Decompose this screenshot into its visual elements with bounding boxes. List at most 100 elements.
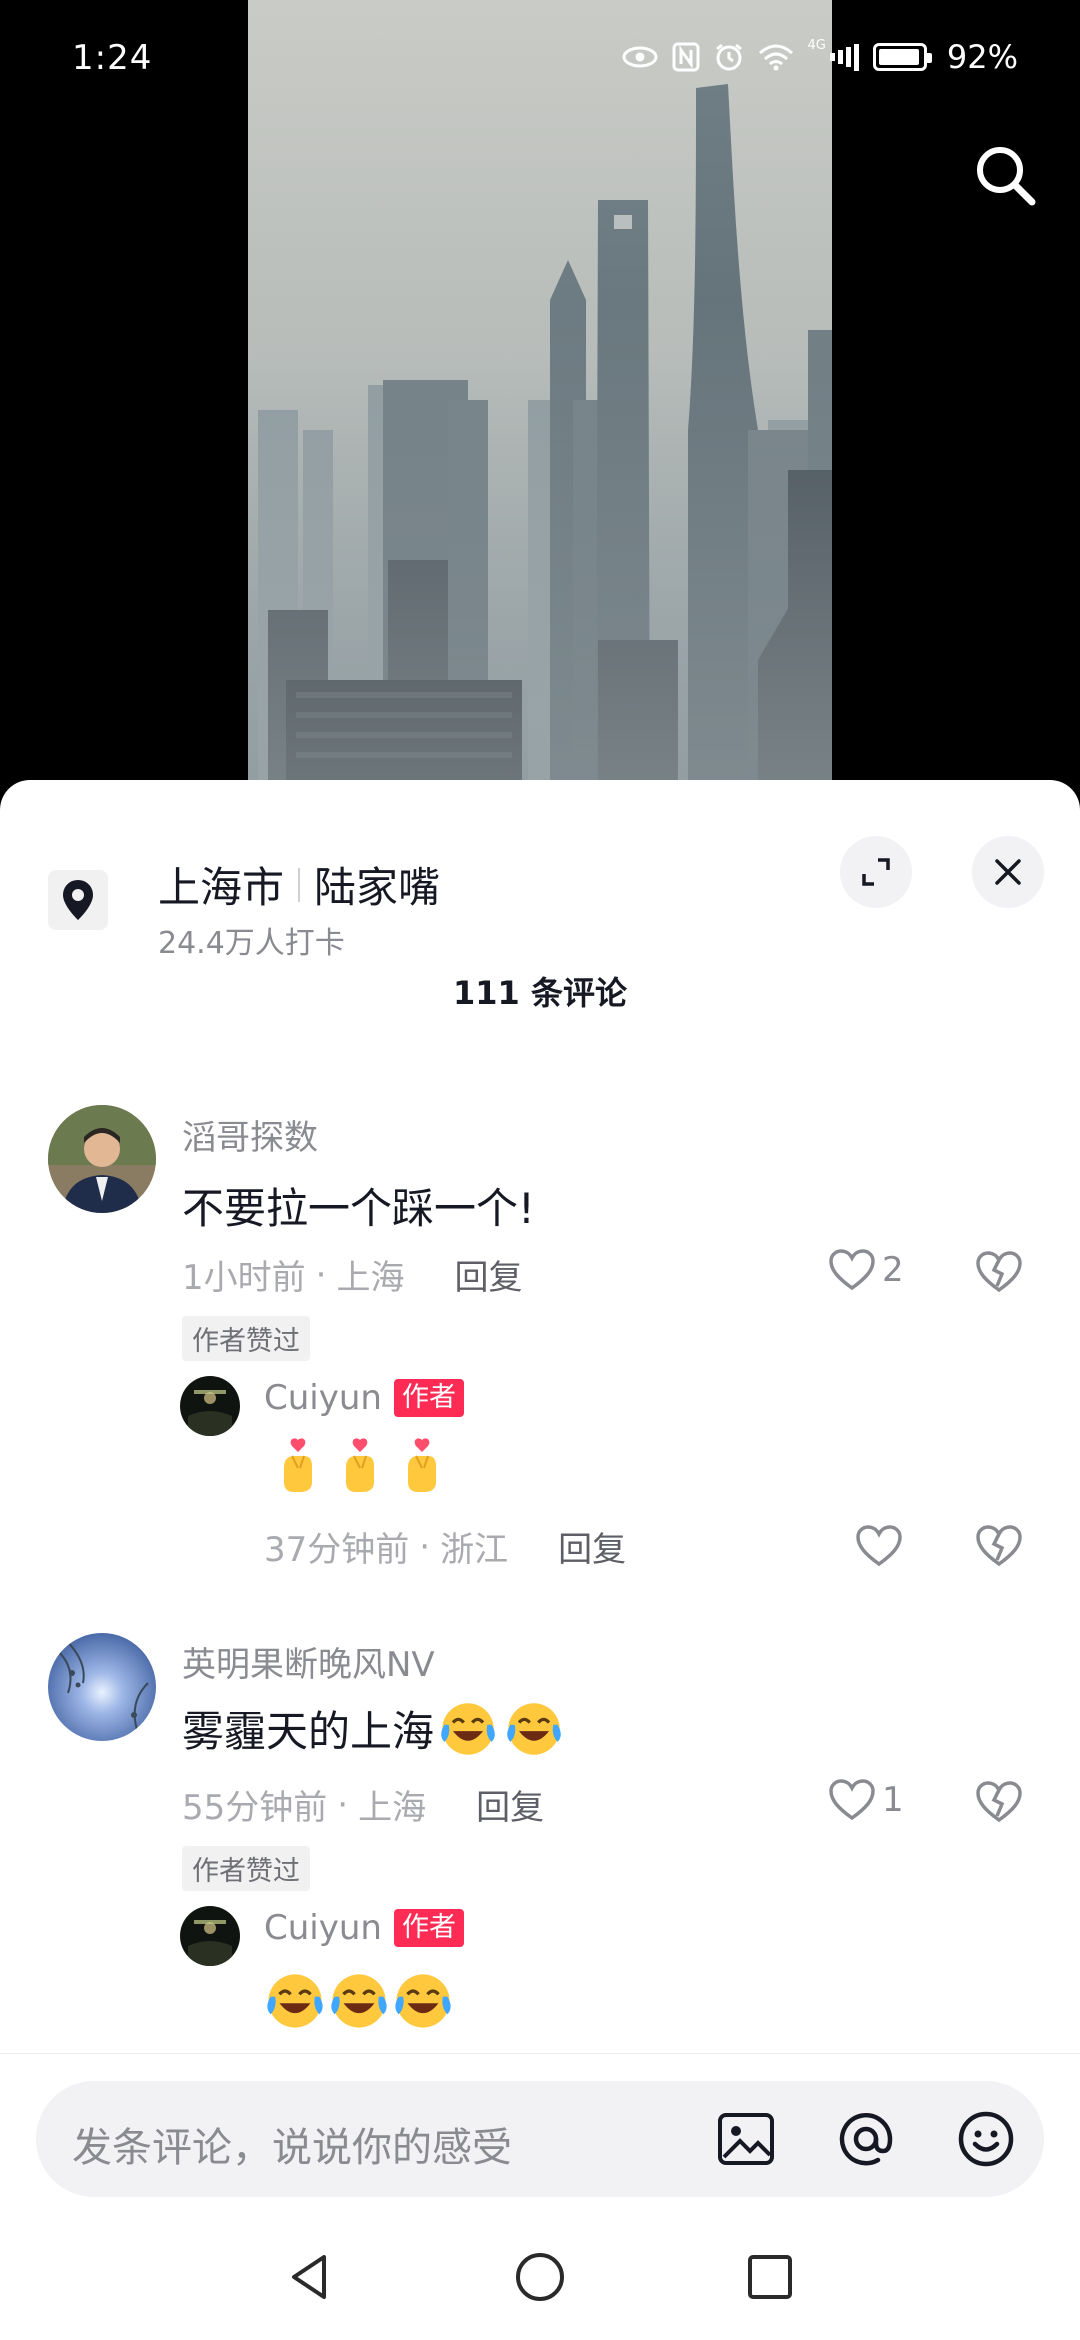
eye-icon <box>622 45 658 69</box>
battery-icon <box>872 43 932 71</box>
reply-button[interactable]: 回复 <box>558 1522 626 1571</box>
expand-button[interactable] <box>840 836 912 908</box>
comment-time: 55分钟前 <box>182 1788 328 1828</box>
comment-username[interactable]: 滔哥探数 <box>182 1110 318 1159</box>
laughing-crying-icon <box>267 1974 323 2028</box>
like-button[interactable] <box>855 1524 903 1568</box>
author-badge: 作者 <box>393 1909 464 1947</box>
close-button[interactable] <box>972 836 1044 908</box>
dislike-button[interactable] <box>975 1780 1023 1828</box>
location-place: 陆家嘴 <box>314 863 441 912</box>
broken-heart-icon <box>976 1525 1022 1567</box>
laughing-crying-icon <box>395 1974 451 2028</box>
home-circle-icon <box>516 2253 564 2301</box>
video-frame-skyline[interactable] <box>248 0 832 800</box>
nfc-icon <box>672 42 700 72</box>
avatar[interactable] <box>48 1105 156 1213</box>
reply-username[interactable]: Cuiyun <box>264 1378 382 1418</box>
comment-input-bar: 发条评论，说说你的感受 <box>0 2053 1080 2223</box>
back-triangle-icon <box>292 2255 326 2299</box>
reply-user-row: Cuiyun 作者 <box>264 1908 464 1948</box>
like-button[interactable]: 2 <box>828 1248 904 1292</box>
search-button[interactable] <box>970 140 1042 212</box>
emoji-button[interactable] <box>956 2109 1016 2169</box>
heart-icon <box>856 1525 902 1567</box>
comment-username[interactable]: 英明果断晚风NV <box>182 1637 435 1686</box>
network-type: 4G <box>807 38 826 53</box>
like-count: 1 <box>882 1780 904 1820</box>
skyline-image <box>248 0 832 800</box>
nav-back-button[interactable] <box>280 2247 340 2307</box>
reply-emojis <box>270 1438 456 1494</box>
comment-meta: 1小时前 · 上海 回复 <box>182 1250 522 1299</box>
comment-time: 1小时前 <box>182 1258 306 1298</box>
status-bar: 1:24 4G 92% <box>0 0 1080 120</box>
laughing-crying-icon <box>331 1974 387 2028</box>
system-nav-bar <box>0 2223 1080 2340</box>
nav-recents-button[interactable] <box>740 2247 800 2307</box>
comment-text: 不要拉一个踩一个! <box>182 1184 535 1233</box>
alarm-icon <box>714 42 744 72</box>
reply-user-row: Cuiyun 作者 <box>264 1378 464 1418</box>
location-pin-icon <box>48 870 108 930</box>
expand-icon <box>862 858 890 886</box>
smiley-icon <box>958 2111 1014 2167</box>
reply-username[interactable]: Cuiyun <box>264 1908 382 1948</box>
location-city: 上海市 <box>158 863 285 912</box>
comment-meta: 55分钟前 · 上海 回复 <box>182 1780 544 1829</box>
reply-avatar[interactable] <box>180 1376 240 1436</box>
image-icon <box>718 2113 774 2165</box>
recents-square-icon <box>748 2255 792 2299</box>
dislike-button[interactable] <box>975 1250 1023 1298</box>
reply-button[interactable]: 回复 <box>476 1780 544 1829</box>
signal-icon <box>829 43 859 71</box>
location-divider <box>298 867 301 902</box>
reply-meta: 37分钟前 · 浙江 回复 <box>264 1522 626 1571</box>
meta-dot: · <box>337 1784 349 1825</box>
meta-dot: · <box>419 1526 431 1567</box>
reply-time: 37分钟前 <box>264 1530 410 1570</box>
image-button[interactable] <box>716 2109 776 2169</box>
finger-heart-icon <box>284 1438 312 1492</box>
reply-emojis <box>264 1970 460 2032</box>
broken-heart-icon <box>976 1781 1022 1823</box>
status-icons: 4G 92% <box>622 38 1018 76</box>
wifi-icon <box>758 43 794 71</box>
comment-input[interactable]: 发条评论，说说你的感受 <box>36 2081 1044 2197</box>
at-mention-icon <box>839 2112 893 2166</box>
location-checkins: 24.4万人打卡 <box>158 926 345 961</box>
heart-icon <box>829 1249 875 1291</box>
search-icon <box>977 147 1036 206</box>
author-liked-tag: 作者赞过 <box>182 1316 310 1361</box>
finger-heart-icon <box>408 1438 436 1492</box>
location-title[interactable]: 上海市 陆家嘴 <box>158 854 440 915</box>
dislike-button[interactable] <box>975 1524 1023 1572</box>
comment-count: 111 条评论 <box>453 974 627 1012</box>
finger-heart-icon <box>346 1438 374 1492</box>
video-player[interactable] <box>0 0 1080 800</box>
like-button[interactable]: 1 <box>828 1778 904 1822</box>
nav-home-button[interactable] <box>510 2247 570 2307</box>
reply-avatar[interactable] <box>180 1906 240 1966</box>
broken-heart-icon <box>976 1251 1022 1293</box>
comment-region: 上海 <box>358 1788 427 1828</box>
like-count: 2 <box>882 1250 904 1290</box>
reply-region: 浙江 <box>440 1530 509 1570</box>
comment-region: 上海 <box>336 1258 405 1298</box>
comment-text-row: 雾霾天的上海 <box>182 1698 570 1759</box>
heart-icon <box>829 1779 875 1821</box>
mention-button[interactable] <box>836 2109 896 2169</box>
battery-percent: 92% <box>946 38 1018 76</box>
author-liked-tag: 作者赞过 <box>182 1846 310 1891</box>
reply-button[interactable]: 回复 <box>454 1250 522 1299</box>
meta-dot: · <box>315 1254 327 1295</box>
laughing-crying-icon <box>507 1702 561 1755</box>
status-time: 1:24 <box>72 38 153 78</box>
comment-input-placeholder: 发条评论，说说你的感受 <box>72 2125 512 2171</box>
avatar[interactable] <box>48 1633 156 1741</box>
battery-fill <box>878 49 919 65</box>
location-row[interactable]: 上海市 陆家嘴 24.4万人打卡 <box>0 810 1080 961</box>
author-badge: 作者 <box>393 1379 464 1417</box>
comment-text: 雾霾天的上海 <box>182 1707 435 1756</box>
laughing-crying-icon <box>441 1702 495 1755</box>
